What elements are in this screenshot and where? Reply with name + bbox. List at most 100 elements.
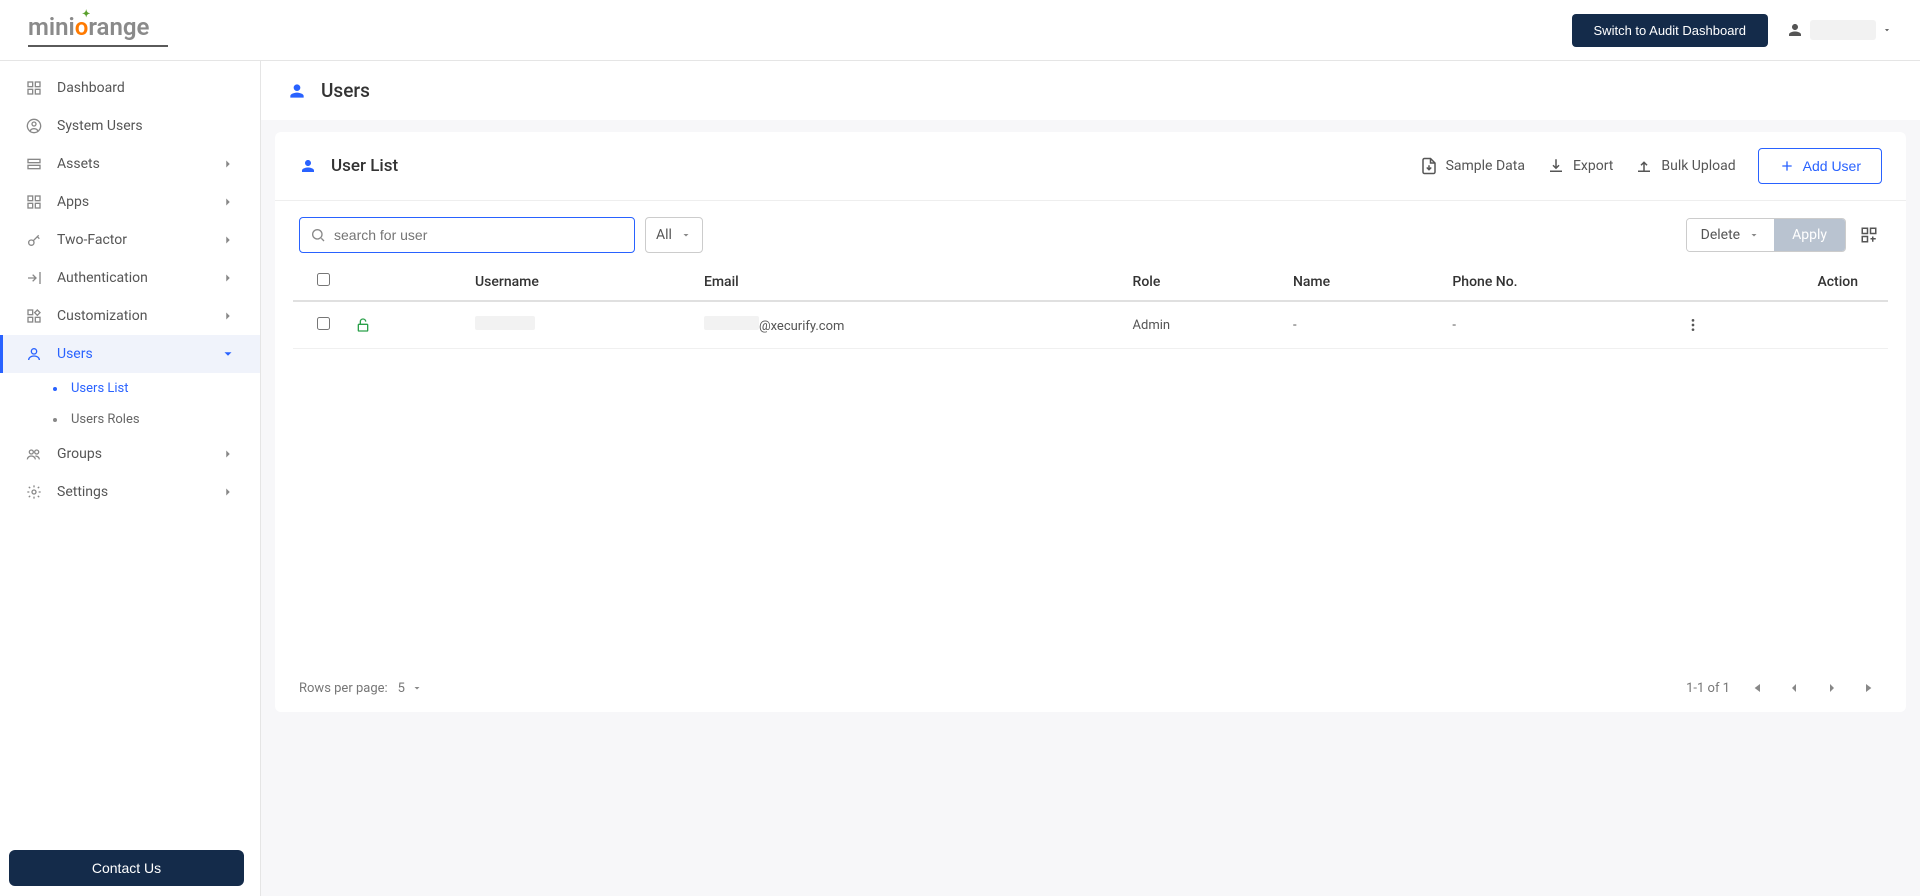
sidebar-item-label: Assets: [57, 156, 100, 172]
caret-down-icon: [411, 682, 423, 694]
chevron-right-icon: [221, 157, 235, 171]
cell-phone: -: [1440, 301, 1672, 349]
user-circle-icon: [25, 117, 43, 135]
chevron-left-icon: [1786, 680, 1802, 696]
sidebar-item-system-users[interactable]: System Users: [0, 107, 260, 145]
export-button[interactable]: Export: [1547, 157, 1613, 175]
unlock-icon: [355, 317, 451, 333]
col-email: Email: [692, 263, 1121, 301]
contact-us-button[interactable]: Contact Us: [9, 850, 244, 886]
sidebar-item-label: Users: [57, 346, 93, 362]
page-title: Users: [321, 79, 370, 102]
search-icon: [310, 227, 326, 243]
sidebar-sub-users-list[interactable]: Users List: [28, 373, 260, 404]
sidebar-item-label: Settings: [57, 484, 108, 500]
chevron-right-icon: [221, 485, 235, 499]
key-icon: [25, 231, 43, 249]
sidebar-sub-label: Users List: [71, 381, 129, 396]
more-vert-icon: [1685, 317, 1701, 333]
caret-down-icon: [680, 229, 692, 241]
bulk-upload-button[interactable]: Bulk Upload: [1635, 157, 1735, 175]
sidebar-item-label: Dashboard: [57, 80, 125, 96]
user-name: [1810, 20, 1876, 40]
chevron-right-icon: [1824, 680, 1840, 696]
logo: minio✦range: [28, 13, 168, 47]
sidebar-item-label: Apps: [57, 194, 89, 210]
chevron-right-icon: [221, 309, 235, 323]
action-label: Export: [1573, 158, 1613, 174]
upload-icon: [1635, 157, 1653, 175]
col-role: Role: [1121, 263, 1281, 301]
sidebar-item-two-factor[interactable]: Two-Factor: [0, 221, 260, 259]
dashboard-icon: [25, 79, 43, 97]
action-label: Sample Data: [1446, 158, 1525, 174]
gear-icon: [25, 483, 43, 501]
table-footer: Rows per page: 5 1-1 of 1: [275, 664, 1906, 712]
search-input[interactable]: [334, 227, 624, 243]
rpp-label: Rows per page:: [299, 681, 388, 696]
sidebar: Dashboard System Users Assets Apps Two-F…: [0, 61, 261, 896]
cell-email: @xecurify.com: [692, 301, 1121, 349]
filter-dropdown[interactable]: All: [645, 217, 703, 253]
sidebar-item-authentication[interactable]: Authentication: [0, 259, 260, 297]
rpp-select[interactable]: 5: [398, 681, 423, 696]
first-page-icon: [1748, 680, 1764, 696]
chevron-right-icon: [221, 233, 235, 247]
sidebar-sub-users: Users List Users Roles: [0, 373, 260, 435]
last-page-button[interactable]: [1858, 676, 1882, 700]
sidebar-sub-users-roles[interactable]: Users Roles: [28, 404, 260, 435]
col-phone: Phone No.: [1440, 263, 1672, 301]
sidebar-item-assets[interactable]: Assets: [0, 145, 260, 183]
first-page-button[interactable]: [1744, 676, 1768, 700]
sidebar-item-label: Groups: [57, 446, 102, 462]
apply-button[interactable]: Apply: [1774, 219, 1845, 251]
bulk-action-group: Delete Apply: [1686, 218, 1846, 252]
page-range: 1-1 of 1: [1686, 681, 1730, 696]
next-page-button[interactable]: [1820, 676, 1844, 700]
row-checkbox[interactable]: [317, 317, 330, 330]
row-menu-button[interactable]: [1685, 317, 1858, 333]
caret-down-icon: [1748, 229, 1760, 241]
people-icon: [25, 445, 43, 463]
plus-icon: [1779, 158, 1795, 174]
sidebar-sub-label: Users Roles: [71, 412, 140, 427]
chevron-right-icon: [221, 447, 235, 461]
delete-dropdown[interactable]: Delete: [1687, 219, 1774, 251]
card-title: User List: [331, 156, 398, 176]
sidebar-item-customization[interactable]: Customization: [0, 297, 260, 335]
filter-label: All: [656, 227, 672, 243]
download-icon: [1547, 157, 1565, 175]
apply-label: Apply: [1792, 227, 1827, 243]
user-menu[interactable]: [1786, 20, 1892, 40]
action-label: Bulk Upload: [1661, 158, 1735, 174]
switch-audit-button[interactable]: Switch to Audit Dashboard: [1572, 14, 1768, 47]
rpp-value: 5: [398, 681, 405, 696]
grid-add-icon: [1860, 226, 1878, 244]
last-page-icon: [1862, 680, 1878, 696]
sidebar-item-label: Two-Factor: [57, 232, 127, 248]
sidebar-item-users[interactable]: Users: [0, 335, 260, 373]
sidebar-item-groups[interactable]: Groups: [0, 435, 260, 473]
widgets-icon: [25, 307, 43, 325]
prev-page-button[interactable]: [1782, 676, 1806, 700]
controls-row: All Delete Apply: [275, 201, 1906, 263]
cell-username: [463, 301, 692, 349]
sample-data-button[interactable]: Sample Data: [1420, 157, 1525, 175]
sidebar-item-settings[interactable]: Settings: [0, 473, 260, 511]
cell-role: Admin: [1121, 301, 1281, 349]
select-all-checkbox[interactable]: [317, 273, 330, 286]
add-user-button[interactable]: Add User: [1758, 148, 1882, 184]
chevron-right-icon: [221, 195, 235, 209]
sidebar-item-apps[interactable]: Apps: [0, 183, 260, 221]
caret-down-icon: [1882, 25, 1892, 35]
search-box: [299, 217, 635, 253]
sidebar-item-dashboard[interactable]: Dashboard: [0, 69, 260, 107]
user-list-card: User List Sample Data Export Bulk Upload: [275, 132, 1906, 712]
bullet-icon: [53, 418, 57, 422]
table-row: @xecurify.com Admin - -: [293, 301, 1888, 349]
column-layout-button[interactable]: [1856, 222, 1882, 248]
main-content: Users User List Sample Data Export: [261, 61, 1920, 896]
bullet-icon: [53, 387, 57, 391]
col-username: Username: [463, 263, 692, 301]
chevron-down-icon: [221, 347, 235, 361]
